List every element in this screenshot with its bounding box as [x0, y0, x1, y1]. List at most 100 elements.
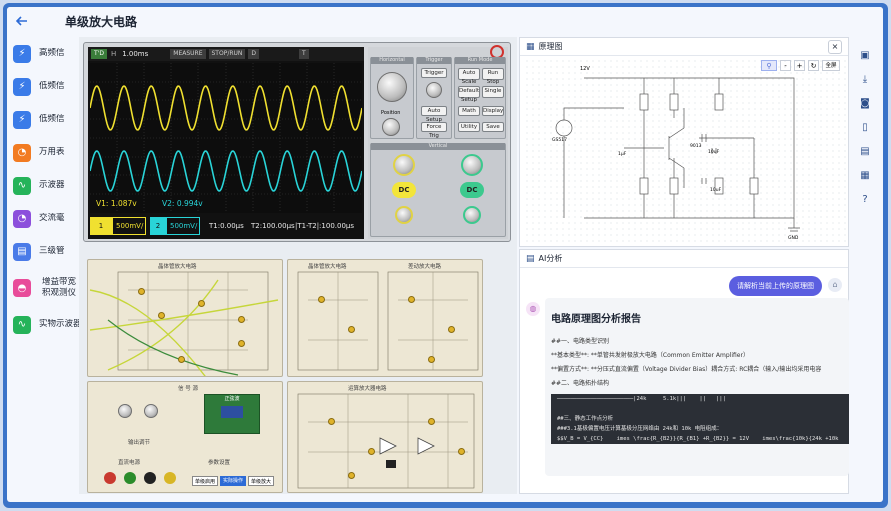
ch2-number[interactable]: 2: [150, 217, 166, 235]
terminal-pin[interactable]: [458, 448, 465, 455]
terminal-pin[interactable]: [138, 288, 145, 295]
refresh-icon[interactable]: ↻: [808, 60, 819, 71]
green-terminal[interactable]: [124, 472, 136, 484]
stop-run-button[interactable]: STOP/RUN: [208, 49, 246, 59]
camera-icon[interactable]: ◙: [852, 91, 878, 115]
circuit-drawing: [297, 393, 475, 489]
measure-button[interactable]: MEASURE: [170, 49, 206, 59]
single-enable-button[interactable]: 单级启用: [192, 476, 218, 486]
zoom-out-button[interactable]: -: [780, 60, 791, 71]
actual-operation-button[interactable]: 实际操作: [220, 476, 246, 486]
auto-button[interactable]: Auto Scale: [458, 68, 480, 85]
terminal-pin[interactable]: [348, 472, 355, 479]
sidebar-item-transistor[interactable]: ▤ 三级管: [7, 235, 79, 268]
utility-button[interactable]: Utility: [458, 122, 480, 132]
schematic-icon: ▦: [526, 41, 535, 52]
terminal-pin[interactable]: [428, 356, 435, 363]
sidebar-item-high-freq-signal[interactable]: ⚡ 高频信: [7, 37, 79, 70]
terminal-pin[interactable]: [238, 316, 245, 323]
terminal-pin[interactable]: [318, 296, 325, 303]
terminal-pin[interactable]: [158, 312, 165, 319]
lightning-icon: ⚡: [13, 77, 31, 96]
amplitude-knob[interactable]: [118, 404, 132, 418]
terminal-pin[interactable]: [198, 300, 205, 307]
single-button[interactable]: Single: [482, 86, 504, 98]
pin-icon[interactable]: ⚲: [761, 60, 777, 71]
display-button[interactable]: Display: [482, 106, 504, 116]
sidebar-item-multimeter[interactable]: ◔ 万用表: [7, 136, 79, 169]
report-line-1: ##一、电路类型识别: [551, 338, 610, 345]
frequency-knob[interactable]: [144, 404, 158, 418]
trigger-indicator: T'D: [91, 49, 107, 59]
schematic-title: 原理图: [538, 42, 563, 51]
terminal-pin[interactable]: [348, 326, 355, 333]
default-setup-button[interactable]: Default Setup: [458, 86, 480, 103]
dc-power-label: 直流电源: [118, 460, 141, 466]
ch1-position-knob[interactable]: [395, 206, 413, 224]
board-op-amp[interactable]: 运算放大器电路: [287, 381, 483, 493]
ch1-volts-knob[interactable]: [393, 154, 415, 176]
top-bar: 单级放大电路: [7, 7, 883, 35]
terminal-pin[interactable]: [368, 448, 375, 455]
terminal-pin[interactable]: [178, 356, 185, 363]
document-icon[interactable]: ▤: [852, 139, 878, 163]
trigger-button[interactable]: Trigger: [421, 68, 447, 78]
ch1-coupling-dc[interactable]: DC: [392, 182, 416, 198]
right-panels: ▦ 原理图 × ⚲ - + ↻ 全屏 12V GS517 1μF 9013 10…: [519, 37, 849, 494]
ch2-volts-knob[interactable]: [461, 154, 483, 176]
vcc-label: 12V: [580, 66, 590, 72]
yellow-terminal[interactable]: [164, 472, 176, 484]
zoom-in-button[interactable]: +: [794, 60, 805, 71]
force-trig-button[interactable]: Force Trig: [421, 122, 447, 139]
notes-icon[interactable]: ▦: [852, 163, 878, 187]
fullscreen-button[interactable]: 全屏: [822, 60, 840, 71]
sidebar-item-ac-millivoltmeter[interactable]: ◔ 交流毫: [7, 202, 79, 235]
horizontal-section: Horizontal Position: [370, 57, 414, 139]
oscilloscope[interactable]: T'D H 1.00ms MEASURE STOP/RUN D T V1: 1.…: [83, 42, 511, 242]
sidebar-item-oscilloscope[interactable]: ∿ 示波器: [7, 169, 79, 202]
ch2-position-knob[interactable]: [463, 206, 481, 224]
report-title: 电路原理图分析报告: [551, 314, 641, 325]
terminal-pin[interactable]: [238, 340, 245, 347]
ch1-number[interactable]: 1: [90, 217, 112, 235]
timebase-knob[interactable]: [377, 72, 407, 102]
h-position-knob[interactable]: [382, 118, 400, 136]
black-terminal[interactable]: [144, 472, 156, 484]
single-amp-button[interactable]: 单级放大: [248, 476, 274, 486]
book-icon[interactable]: ▯: [852, 115, 878, 139]
trigger-level-knob[interactable]: [426, 82, 442, 98]
sidebar-item-gbw-tester[interactable]: ◓ 增益带宽积观测仪: [7, 268, 79, 308]
red-terminal[interactable]: [104, 472, 116, 484]
ai-header: ▤ AI分析: [520, 250, 848, 268]
output-adjust-label: 输出调节: [128, 440, 151, 446]
sidebar-item-label: 低频信: [39, 81, 65, 91]
run-stop-button[interactable]: Run Stop: [482, 68, 504, 85]
math-button[interactable]: Math: [458, 106, 480, 116]
terminal-pin[interactable]: [448, 326, 455, 333]
ch2-coupling-dc[interactable]: DC: [460, 182, 484, 198]
schematic-canvas[interactable]: ⚲ - + ↻ 全屏 12V GS517 1μF 9013 10uF 10uF …: [524, 58, 846, 244]
lab-workspace: T'D H 1.00ms MEASURE STOP/RUN D T V1: 1.…: [79, 37, 517, 494]
report-line-4: ##二、电路拓扑结构: [551, 380, 610, 387]
board-transistor-amp-1[interactable]: 晶体管放大电路: [87, 259, 283, 377]
close-icon[interactable]: ×: [828, 39, 842, 54]
save-icon[interactable]: ▣: [852, 43, 878, 67]
vertical-title: Vertical: [371, 143, 505, 150]
auto-scale-button[interactable]: Auto Setup: [421, 106, 447, 123]
board-transistor-diff-amp[interactable]: 晶体管放大电路 差动放大电路: [287, 259, 483, 377]
download-icon[interactable]: ⤓: [852, 67, 878, 91]
sidebar-item-low-freq-signal-1[interactable]: ⚡ 低频信: [7, 70, 79, 103]
board-signal-source[interactable]: 信 号 源 正弦波 输出调节 直流电源 参数设置 单级启用 实际操作 单级放大: [87, 381, 283, 493]
bot-avatar: ◍: [526, 302, 540, 316]
save-button[interactable]: Save: [482, 122, 504, 132]
sidebar-item-label: 示波器: [39, 180, 65, 190]
terminal-pin[interactable]: [408, 296, 415, 303]
cap3-label: 10uF: [710, 188, 722, 193]
back-button[interactable]: [7, 7, 37, 35]
terminal-pin[interactable]: [328, 418, 335, 425]
sidebar-item-low-freq-signal-2[interactable]: ⚡ 低频信: [7, 103, 79, 136]
ch1-scale: 500mV/: [112, 217, 146, 235]
help-icon[interactable]: ?: [852, 187, 878, 211]
terminal-pin[interactable]: [428, 418, 435, 425]
sidebar-item-physical-oscilloscope[interactable]: ∿ 实物示波器: [7, 308, 79, 341]
